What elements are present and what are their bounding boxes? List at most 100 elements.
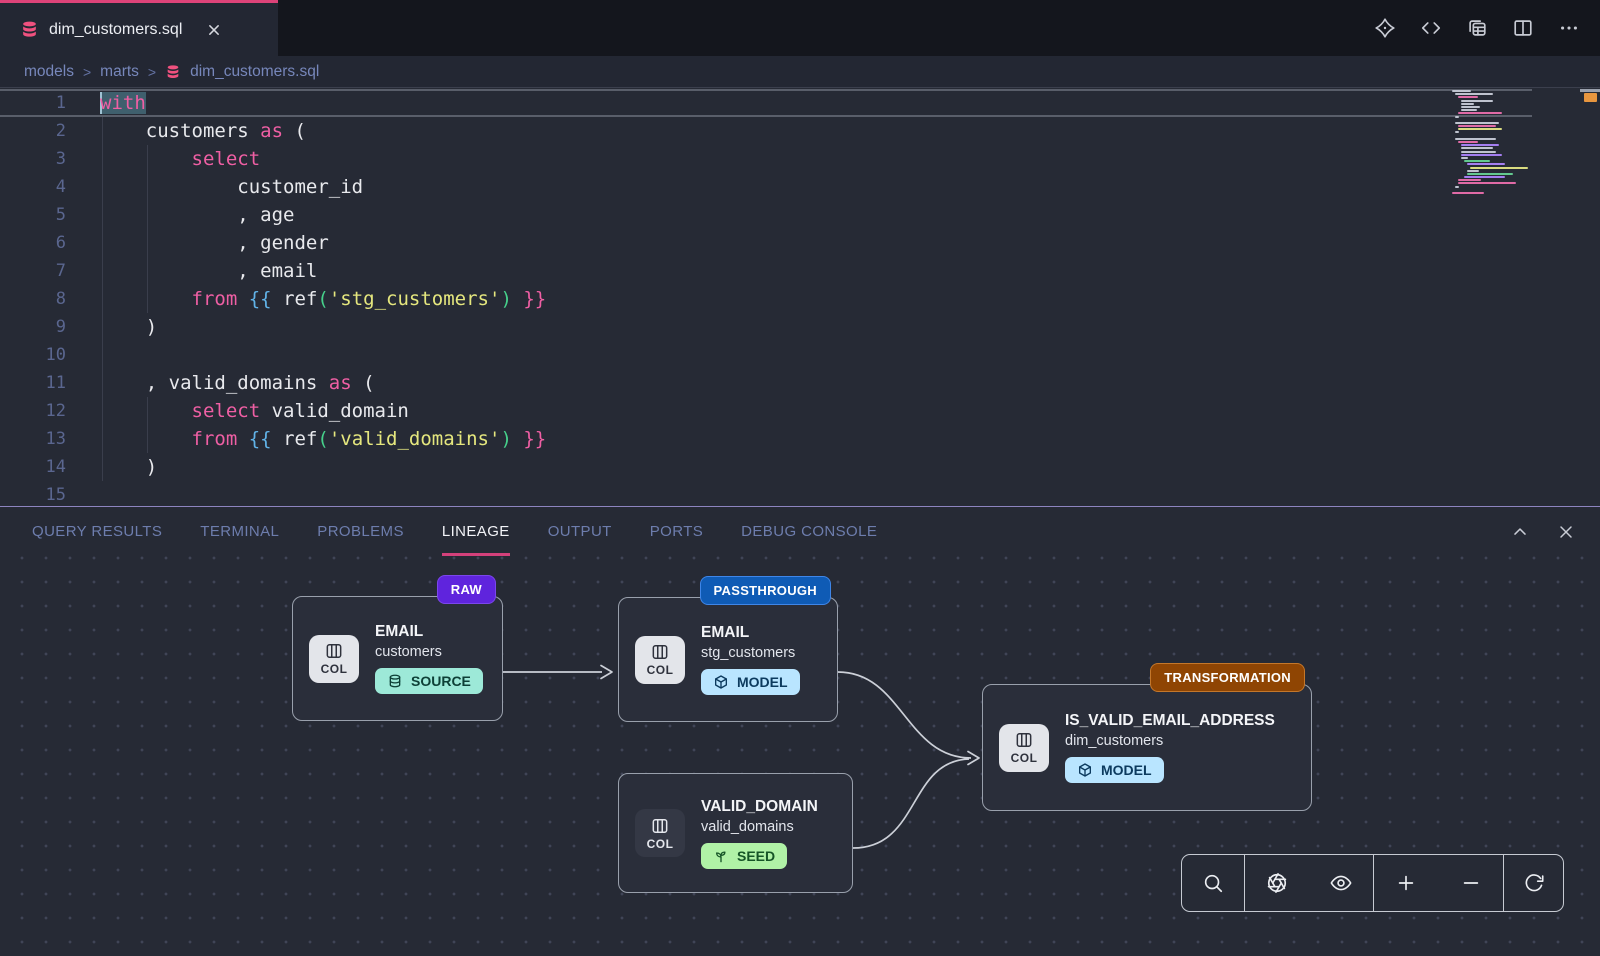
panel-tab-output[interactable]: OUTPUT [548,507,612,556]
columns-icon [324,641,344,661]
columns-icon [650,642,670,662]
panel-tab-terminal[interactable]: TERMINAL [200,507,279,556]
model-name: stg_customers [701,645,800,661]
column-chip: COL [635,636,685,684]
refresh-button[interactable] [1504,855,1563,911]
code-text: customer_id [100,173,363,201]
panel-tab-lineage[interactable]: LINEAGE [442,507,510,556]
panel-tab-query-results[interactable]: QUERY RESULTS [32,507,162,556]
panel-tab-debug-console[interactable]: DEBUG CONSOLE [741,507,877,556]
minimap-line [1458,96,1478,98]
minimap-line [1452,135,1532,137]
minus-button[interactable] [1439,855,1504,911]
panel-tab-bar: QUERY RESULTS TERMINAL PROBLEMS LINEAGE OUTP… [0,506,1600,556]
code-line: 4 customer_id [0,173,1600,201]
column-chip: COL [309,635,359,683]
lineage-edge [853,759,969,848]
lineage-type-badge: RAW [437,575,496,604]
minimap-line [1461,151,1496,153]
line-number: 8 [0,285,100,313]
copy-table-icon[interactable] [1466,17,1488,39]
panel-tab-problems[interactable]: PROBLEMS [317,507,404,556]
line-number: 6 [0,229,100,257]
minimap-line [1455,186,1459,188]
minimap-line [1455,116,1459,118]
minimap-line [1467,173,1513,175]
node-body: VALID_DOMAIN valid_domains SEED [701,798,818,869]
aperture-button[interactable] [1245,855,1309,911]
line-number: 13 [0,425,100,453]
minimap-line [1464,160,1490,162]
line-number: 10 [0,341,100,369]
lineage-type-badge: PASSTHROUGH [700,576,831,605]
dbt-icon[interactable] [1374,17,1396,39]
cube-icon [713,674,729,690]
code-text: , gender [100,229,329,257]
minimap-line [1455,138,1496,140]
code-text: from {{ ref('stg_customers') }} [100,285,546,313]
code-text: , valid_domains as ( [100,369,375,397]
minimap-line [1461,154,1502,156]
chevron-up-icon[interactable] [1510,522,1530,542]
plus-icon [1395,872,1417,894]
search-icon [1202,872,1224,894]
column-name: EMAIL [375,623,483,641]
editor-tab-bar: dim_customers.sql [0,0,1600,56]
toolbar-group [1373,855,1503,911]
code-icon[interactable] [1420,17,1442,39]
close-panel-icon[interactable] [1556,522,1576,542]
minimap-line [1452,90,1471,92]
code-line: 1with [0,89,1600,117]
lineage-node-dim_customers[interactable]: TRANSFORMATION COL IS_VALID_EMAIL_ADDRES… [982,684,1312,811]
tab-close-icon[interactable] [204,20,224,40]
lineage-toolbar [1181,854,1564,912]
minimap-line [1458,179,1481,181]
column-name: IS_VALID_EMAIL_ADDRESS [1065,712,1275,730]
code-text: , age [100,201,294,229]
eye-button[interactable] [1309,855,1373,911]
minus-icon [1460,872,1482,894]
more-actions-icon[interactable] [1558,17,1580,39]
lineage-edge [838,672,971,758]
node-body: EMAIL customers SOURCE [375,623,483,694]
plus-button[interactable] [1374,855,1439,911]
line-number: 2 [0,117,100,145]
line-number: 7 [0,257,100,285]
breadcrumb-models[interactable]: models [24,63,74,81]
code-line: 3 select [0,145,1600,173]
lineage-node-customers[interactable]: RAW COL EMAIL customers SOURCE [292,596,503,721]
database-model-icon [165,64,181,80]
panel-tab-ports[interactable]: PORTS [650,507,703,556]
resource-type-badge: MODEL [1065,757,1164,783]
tab-dim-customers-sql[interactable]: dim_customers.sql [0,0,278,56]
lineage-canvas[interactable]: RAW COL EMAIL customers SOURCE PASSTHROU… [0,556,1600,956]
minimap[interactable] [1452,88,1532,195]
minimap-line [1452,189,1532,191]
resource-type-label: SOURCE [411,673,471,689]
code-text: with [100,89,146,117]
lineage-node-stg_customers[interactable]: PASSTHROUGH COL EMAIL stg_customers MODE… [618,597,838,722]
code-editor[interactable]: 1with2 customers as (3 select4 customer_… [0,88,1600,506]
code-line: 2 customers as ( [0,117,1600,145]
breadcrumb-marts[interactable]: marts [100,63,139,81]
search-button[interactable] [1182,855,1244,911]
aperture-icon [1266,872,1288,894]
code-line: 8 from {{ ref('stg_customers') }} [0,285,1600,313]
split-editor-icon[interactable] [1512,17,1534,39]
minimap-line [1455,93,1493,95]
code-line: 7 , email [0,257,1600,285]
code-line: 15 [0,481,1600,506]
breadcrumb-file[interactable]: dim_customers.sql [190,63,319,81]
minimap-line [1455,122,1499,124]
code-text: ) [100,313,157,341]
code-line: 13 from {{ ref('valid_domains') }} [0,425,1600,453]
code-text: select [100,145,260,173]
minimap-line [1458,128,1502,130]
minimap-line [1452,119,1532,121]
breadcrumb-separator: > [83,64,91,80]
minimap-line [1458,112,1502,114]
code-text: from {{ ref('valid_domains') }} [100,425,546,453]
minimap-line [1458,182,1516,184]
lineage-node-valid_domains[interactable]: COL VALID_DOMAIN valid_domains SEED [618,773,853,893]
minimap-line [1461,144,1499,146]
